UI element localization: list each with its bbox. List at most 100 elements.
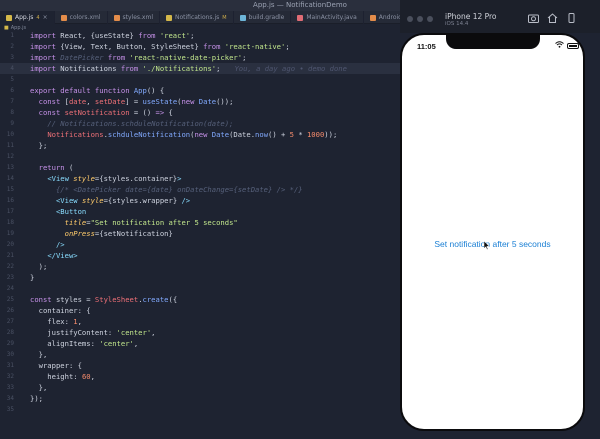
rotate-icon[interactable] bbox=[566, 13, 577, 26]
code-line[interactable]: const styles = StyleSheet.create({ bbox=[30, 294, 177, 305]
line-number: 26 bbox=[6, 307, 14, 314]
line-number: 11 bbox=[6, 142, 14, 149]
line-number: 20 bbox=[6, 241, 14, 248]
code-line[interactable]: import {View, Text, Button, StyleSheet} … bbox=[30, 41, 290, 52]
code-line[interactable]: title="Set notification after 5 seconds" bbox=[30, 217, 238, 228]
line-number: 18 bbox=[6, 219, 14, 226]
set-notification-button[interactable]: Set notification after 5 seconds bbox=[402, 239, 583, 249]
line-number: 35 bbox=[6, 406, 14, 413]
tab-app-js[interactable]: App.js 4 × bbox=[0, 11, 55, 24]
code-line[interactable]: import DatePicker from 'react-native-dat… bbox=[30, 52, 246, 63]
js-file-icon bbox=[6, 14, 12, 21]
line-number: 25 bbox=[6, 296, 14, 303]
code-line[interactable]: }; bbox=[30, 140, 48, 151]
code-line[interactable]: }); bbox=[30, 393, 43, 404]
code-line[interactable]: import React, {useState} from 'react'; bbox=[30, 30, 194, 41]
wifi-icon bbox=[555, 41, 564, 50]
tab-label: App.js bbox=[15, 14, 34, 21]
gradle-file-icon bbox=[239, 14, 246, 21]
tab-label: MainActivity.java bbox=[306, 14, 357, 21]
tab-label: build.gradle bbox=[248, 14, 285, 21]
line-number: 22 bbox=[6, 263, 14, 270]
iphone-screen: 11:05 Set notification after 5 seconds bbox=[400, 33, 585, 431]
line-number: 31 bbox=[6, 362, 14, 369]
line-number: 16 bbox=[6, 197, 14, 204]
tab-notifications-js[interactable]: Notifications.js M bbox=[160, 11, 234, 24]
status-bar-time: 11:05 bbox=[417, 42, 436, 51]
line-number: 3 bbox=[10, 54, 14, 61]
tab-build-gradle[interactable]: build.gradle bbox=[234, 11, 292, 24]
code-line[interactable]: onPress={setNotification} bbox=[30, 228, 173, 239]
line-number: 8 bbox=[10, 109, 14, 116]
line-number: 4 bbox=[10, 65, 14, 72]
home-icon[interactable] bbox=[547, 13, 558, 26]
code-line[interactable]: wrapper: { bbox=[30, 360, 82, 371]
code-line[interactable]: height: 60, bbox=[30, 371, 95, 382]
problem-count-badge: 4 bbox=[36, 14, 40, 21]
line-number: 1 bbox=[10, 32, 14, 39]
code-line[interactable]: }, bbox=[30, 382, 48, 393]
line-number: 27 bbox=[6, 318, 14, 325]
line-number: 17 bbox=[6, 208, 14, 215]
tab-label: styles.xml bbox=[122, 14, 153, 21]
code-line[interactable]: import Notifications from './Notificatio… bbox=[30, 63, 347, 74]
tab-colors-xml[interactable]: colors.xml bbox=[55, 11, 108, 24]
tab-styles-xml[interactable]: styles.xml bbox=[108, 11, 160, 24]
line-number: 14 bbox=[6, 175, 14, 182]
code-line[interactable]: alignItems: 'center', bbox=[30, 338, 138, 349]
code-line[interactable]: const setNotification = () => { bbox=[30, 107, 173, 118]
window-controls bbox=[407, 16, 433, 22]
xml-file-icon bbox=[369, 14, 376, 21]
code-line[interactable]: } bbox=[30, 272, 34, 283]
line-number: 19 bbox=[6, 230, 14, 237]
code-line[interactable]: <View style={styles.container}> bbox=[30, 173, 181, 184]
mouse-cursor-icon bbox=[484, 241, 490, 250]
code-line[interactable]: return ( bbox=[30, 162, 74, 173]
code-line[interactable]: </View> bbox=[30, 250, 77, 261]
xml-file-icon bbox=[113, 14, 120, 21]
code-line[interactable]: <View style={styles.wrapper} /> bbox=[30, 195, 190, 206]
tab-label: Notifications.js bbox=[175, 14, 220, 21]
line-number: 7 bbox=[10, 98, 14, 105]
line-number: 34 bbox=[6, 395, 14, 402]
js-file-icon bbox=[166, 14, 172, 21]
code-line[interactable]: flex: 1, bbox=[30, 316, 82, 327]
code-line[interactable]: // Notifications.schduleNotification(dat… bbox=[30, 118, 233, 129]
zoom-window-button[interactable] bbox=[427, 16, 433, 22]
tab-label: colors.xml bbox=[69, 14, 101, 21]
line-number: 12 bbox=[6, 153, 14, 160]
code-line[interactable]: const [date, setDate] = useState(new Dat… bbox=[30, 96, 234, 107]
screenshot-icon[interactable] bbox=[528, 13, 539, 26]
line-number: 24 bbox=[6, 285, 14, 292]
close-icon[interactable]: × bbox=[43, 14, 48, 21]
simulator-os-version: iOS 14.4 bbox=[445, 21, 469, 27]
line-number: 15 bbox=[6, 186, 14, 193]
code-line[interactable]: /> bbox=[30, 239, 65, 250]
code-editor[interactable]: 1 import React, {useState} from 'react'; … bbox=[0, 30, 400, 439]
code-line[interactable]: ); bbox=[30, 261, 48, 272]
code-line[interactable]: Notifications.schduleNotification(new Da… bbox=[30, 129, 337, 140]
line-number: 33 bbox=[6, 384, 14, 391]
line-number: 32 bbox=[6, 373, 14, 380]
git-blame-annotation: You, a day ago • demo done bbox=[234, 64, 347, 73]
code-line[interactable]: container: { bbox=[30, 305, 91, 316]
modified-badge: M bbox=[222, 14, 227, 21]
close-window-button[interactable] bbox=[407, 16, 413, 22]
simulator-actions bbox=[528, 13, 577, 26]
code-line[interactable]: justifyContent: 'center', bbox=[30, 327, 155, 338]
line-number: 9 bbox=[10, 120, 14, 127]
line-number: 28 bbox=[6, 329, 14, 336]
code-line[interactable]: {/* <DatePicker date={date} onDateChange… bbox=[30, 184, 303, 195]
java-file-icon bbox=[297, 14, 304, 21]
code-line[interactable]: export default function App() { bbox=[30, 85, 164, 96]
line-number: 2 bbox=[10, 43, 14, 50]
line-number: 5 bbox=[10, 76, 14, 83]
minimize-window-button[interactable] bbox=[417, 16, 423, 22]
line-number: 10 bbox=[6, 131, 14, 138]
device-notch bbox=[446, 35, 540, 49]
code-line[interactable]: <Button bbox=[30, 206, 86, 217]
code-line[interactable]: }, bbox=[30, 349, 48, 360]
line-number: 13 bbox=[6, 164, 14, 171]
tab-mainactivity-java[interactable]: MainActivity.java bbox=[291, 11, 364, 24]
line-number: 21 bbox=[6, 252, 14, 259]
